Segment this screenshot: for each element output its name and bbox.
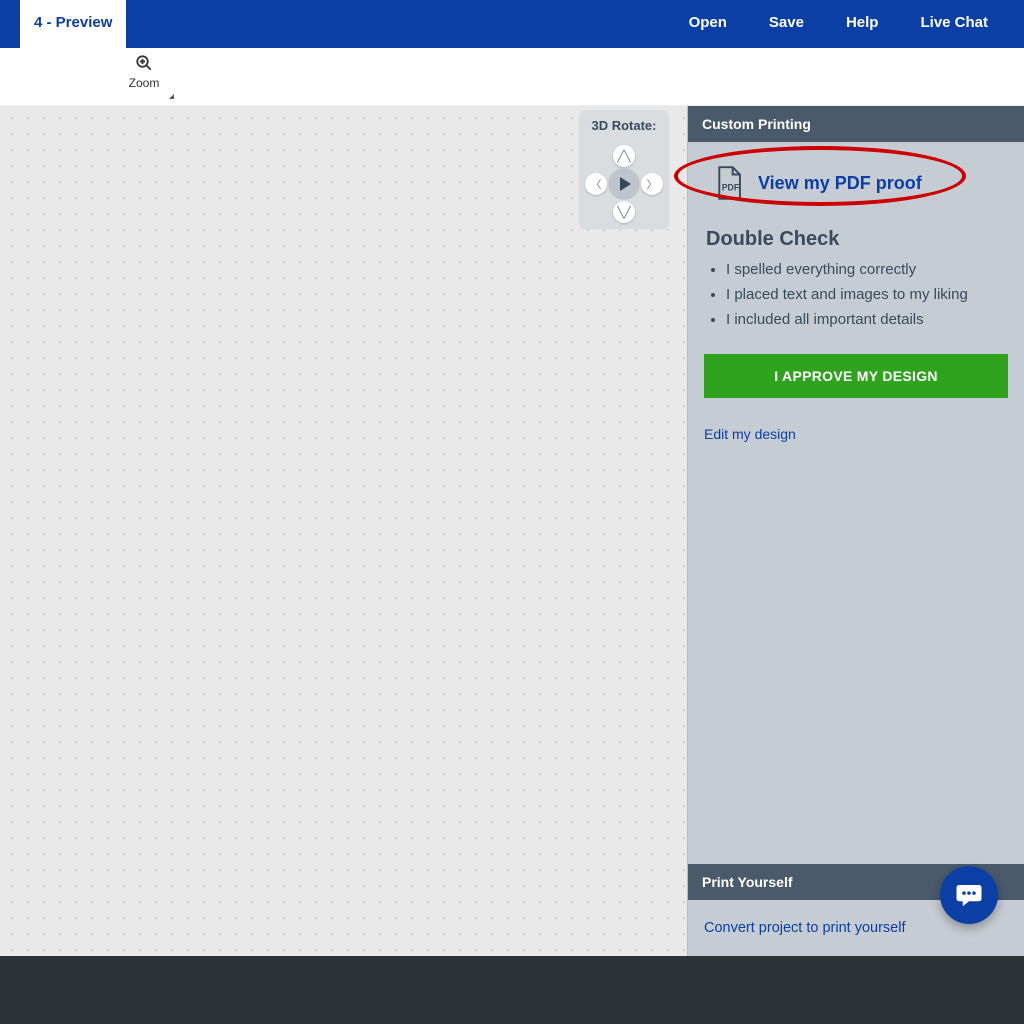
- zoom-label: Zoom: [114, 76, 174, 90]
- edit-design-link[interactable]: Edit my design: [704, 426, 796, 442]
- rotate-right-button[interactable]: 〉: [641, 173, 663, 195]
- top-bar: 4 - Preview Open Save Help Live Chat: [0, 0, 1024, 48]
- help-menu[interactable]: Help: [846, 14, 879, 31]
- rotate-up-button[interactable]: ╱╲: [613, 145, 635, 167]
- check-item: I spelled everything correctly: [726, 261, 1008, 278]
- approve-design-button[interactable]: I APPROVE MY DESIGN: [704, 354, 1008, 398]
- page-footer: [0, 956, 1024, 1024]
- check-item: I placed text and images to my liking: [726, 286, 1008, 303]
- zoom-icon: [135, 54, 153, 72]
- workspace: 3D Rotate: ╱╲ ╲╱ 〈 〉 Custom Printing PDF: [0, 106, 1024, 956]
- toolbar: Zoom: [0, 48, 1024, 106]
- check-list: I spelled everything correctly I placed …: [704, 261, 1008, 328]
- view-pdf-proof-label: View my PDF proof: [758, 173, 922, 194]
- tab-gutter: [0, 0, 20, 48]
- open-menu[interactable]: Open: [689, 14, 727, 31]
- chat-widget-button[interactable]: [940, 866, 998, 924]
- custom-printing-body: PDF View my PDF proof Double Check I spe…: [688, 142, 1024, 462]
- rotate-left-button[interactable]: 〈: [585, 173, 607, 195]
- check-item: I included all important details: [726, 311, 1008, 328]
- rotate-play-button[interactable]: [608, 168, 640, 200]
- right-sidebar: Custom Printing PDF View my PDF proof Do…: [688, 106, 1024, 956]
- svg-text:PDF: PDF: [722, 182, 740, 192]
- custom-printing-panel: Custom Printing PDF View my PDF proof Do…: [688, 106, 1024, 864]
- rotate-dpad: ╱╲ ╲╱ 〈 〉: [589, 149, 659, 219]
- canvas-area[interactable]: 3D Rotate: ╱╲ ╲╱ 〈 〉: [0, 106, 688, 956]
- view-pdf-proof-link[interactable]: PDF View my PDF proof: [704, 160, 1008, 210]
- pdf-icon: PDF: [714, 166, 744, 200]
- dropdown-arrow-icon: [169, 94, 174, 99]
- live-chat-menu[interactable]: Live Chat: [920, 14, 988, 31]
- chat-icon: [954, 880, 984, 910]
- zoom-tool[interactable]: Zoom: [114, 48, 174, 105]
- top-menu: Open Save Help Live Chat: [689, 0, 1024, 31]
- custom-printing-header: Custom Printing: [688, 106, 1024, 142]
- rotate-down-button[interactable]: ╲╱: [613, 201, 635, 223]
- save-menu[interactable]: Save: [769, 14, 804, 31]
- rotate-title: 3D Rotate:: [583, 118, 665, 133]
- rotate-panel: 3D Rotate: ╱╲ ╲╱ 〈 〉: [579, 110, 669, 229]
- preview-tab[interactable]: 4 - Preview: [20, 0, 126, 48]
- double-check-title: Double Check: [706, 228, 1008, 251]
